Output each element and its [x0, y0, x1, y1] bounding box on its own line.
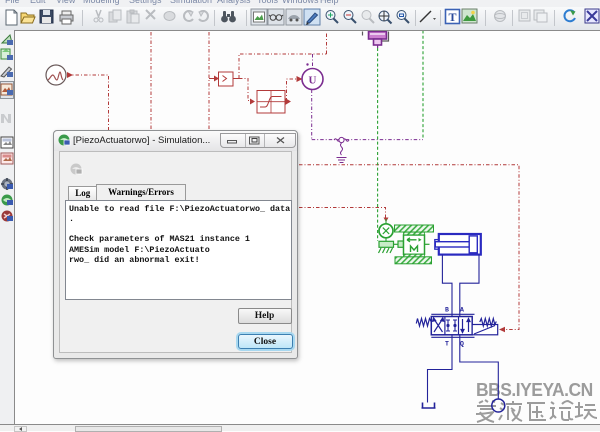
svg-text:B: B [445, 307, 449, 314]
svg-text:Q: Q [460, 341, 464, 348]
svg-text:T: T [445, 341, 449, 348]
svg-text:A: A [460, 307, 464, 314]
svg-text:U: U [309, 75, 317, 87]
svg-text:T: T [448, 10, 456, 24]
